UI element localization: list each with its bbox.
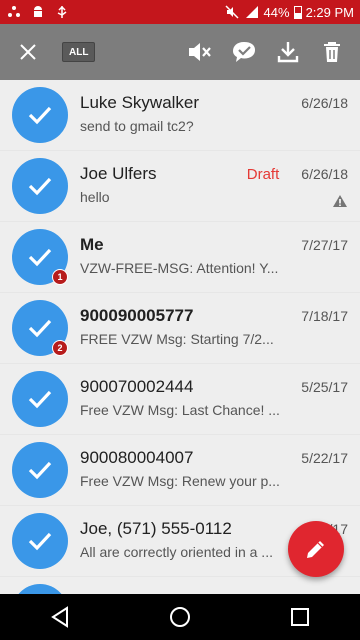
message-date: 6/26/18 <box>301 95 348 111</box>
status-time: 2:29 PM <box>305 4 354 20</box>
selected-avatar[interactable] <box>12 584 68 594</box>
message-snippet: send to gmail tc2? <box>80 118 194 134</box>
close-icon <box>20 44 36 60</box>
checkmark-icon <box>28 390 52 409</box>
contact-name: 900080004007 <box>80 448 194 467</box>
home-button[interactable] <box>156 597 204 637</box>
selected-avatar[interactable] <box>12 158 68 214</box>
selected-avatar[interactable] <box>12 442 68 498</box>
message-date: 7/18/17 <box>301 308 348 324</box>
message-date: 5/25/17 <box>301 379 348 395</box>
conversation-row[interactable]: 1 Me 7/27/17 VZW-FREE-MSG: Attention! Y.… <box>0 222 360 293</box>
usb-icon <box>54 4 70 20</box>
conversation-row[interactable]: 900080004007 5/22/17 Free VZW Msg: Renew… <box>0 435 360 506</box>
selected-avatar[interactable] <box>12 513 68 569</box>
conversation-row[interactable] <box>0 577 360 594</box>
chat-check-icon <box>233 42 255 62</box>
mute-icon <box>224 4 240 20</box>
pencil-icon <box>307 541 324 558</box>
checkmark-icon <box>28 319 52 338</box>
message-date: 5/22/17 <box>301 450 348 466</box>
android-icon <box>30 4 46 20</box>
message-snippet: VZW-FREE-MSG: Attention! Y... <box>80 260 279 276</box>
warning-icon <box>332 194 348 213</box>
contact-name: Joe Ulfers <box>80 164 157 183</box>
status-bar: 44% 2:29 PM <box>0 0 360 24</box>
selected-avatar[interactable] <box>12 87 68 143</box>
back-button[interactable] <box>36 597 84 637</box>
message-snippet: hello <box>80 189 110 205</box>
mark-read-button[interactable] <box>224 32 264 72</box>
download-icon <box>277 42 299 63</box>
close-selection-button[interactable] <box>8 32 48 72</box>
navigation-bar <box>0 594 360 640</box>
message-snippet: All are correctly oriented in a ... <box>80 544 273 560</box>
message-date: 6/26/18 <box>301 166 348 182</box>
unread-count-badge: 2 <box>52 340 68 356</box>
draft-label: Draft <box>246 166 280 183</box>
recents-button[interactable] <box>276 597 324 637</box>
checkmark-icon <box>28 177 52 196</box>
checkmark-icon <box>28 106 52 125</box>
signal-icon <box>244 4 260 20</box>
contact-name: Joe, (571) 555-0112 <box>80 519 232 538</box>
checkmark-icon <box>28 532 52 551</box>
conversation-list[interactable]: Luke Skywalker 6/26/18 send to gmail tc2… <box>0 80 360 594</box>
battery-percent: 44% <box>263 4 290 20</box>
selected-avatar[interactable] <box>12 371 68 427</box>
contact-name: Me <box>80 235 104 254</box>
message-snippet: FREE VZW Msg: Starting 7/2... <box>80 331 274 347</box>
status-left-icons <box>6 4 70 20</box>
compose-button[interactable] <box>288 521 344 577</box>
conversation-row[interactable]: Luke Skywalker 6/26/18 send to gmail tc2… <box>0 80 360 151</box>
contact-name: 900070002444 <box>80 377 194 396</box>
contact-name: 900090005777 <box>80 306 194 325</box>
unread-count-badge: 1 <box>52 269 68 285</box>
mute-button[interactable] <box>180 32 220 72</box>
action-bar: ALL <box>0 24 360 80</box>
checkmark-icon <box>28 461 52 480</box>
select-all-button[interactable]: ALL <box>62 42 96 62</box>
contact-name: Luke Skywalker <box>80 93 200 112</box>
back-triangle-icon <box>51 606 68 628</box>
recents-square-icon <box>291 608 309 626</box>
volume-off-icon <box>189 43 211 61</box>
checkmark-icon <box>28 248 52 267</box>
battery-icon <box>293 5 302 19</box>
home-circle-icon <box>170 607 190 627</box>
delete-button[interactable] <box>312 32 352 72</box>
message-date: 7/27/17 <box>301 237 348 253</box>
conversation-row[interactable]: 900070002444 5/25/17 Free VZW Msg: Last … <box>0 364 360 435</box>
message-snippet: Free VZW Msg: Renew your p... <box>80 473 280 489</box>
conversation-row[interactable]: 2 900090005777 7/18/17 FREE VZW Msg: Sta… <box>0 293 360 364</box>
download-button[interactable] <box>268 32 308 72</box>
dots-icon <box>6 4 22 20</box>
conversation-row[interactable]: Joe Ulfers Draft 6/26/18 hello <box>0 151 360 222</box>
message-snippet: Free VZW Msg: Last Chance! ... <box>80 402 280 418</box>
trash-icon <box>324 42 340 62</box>
